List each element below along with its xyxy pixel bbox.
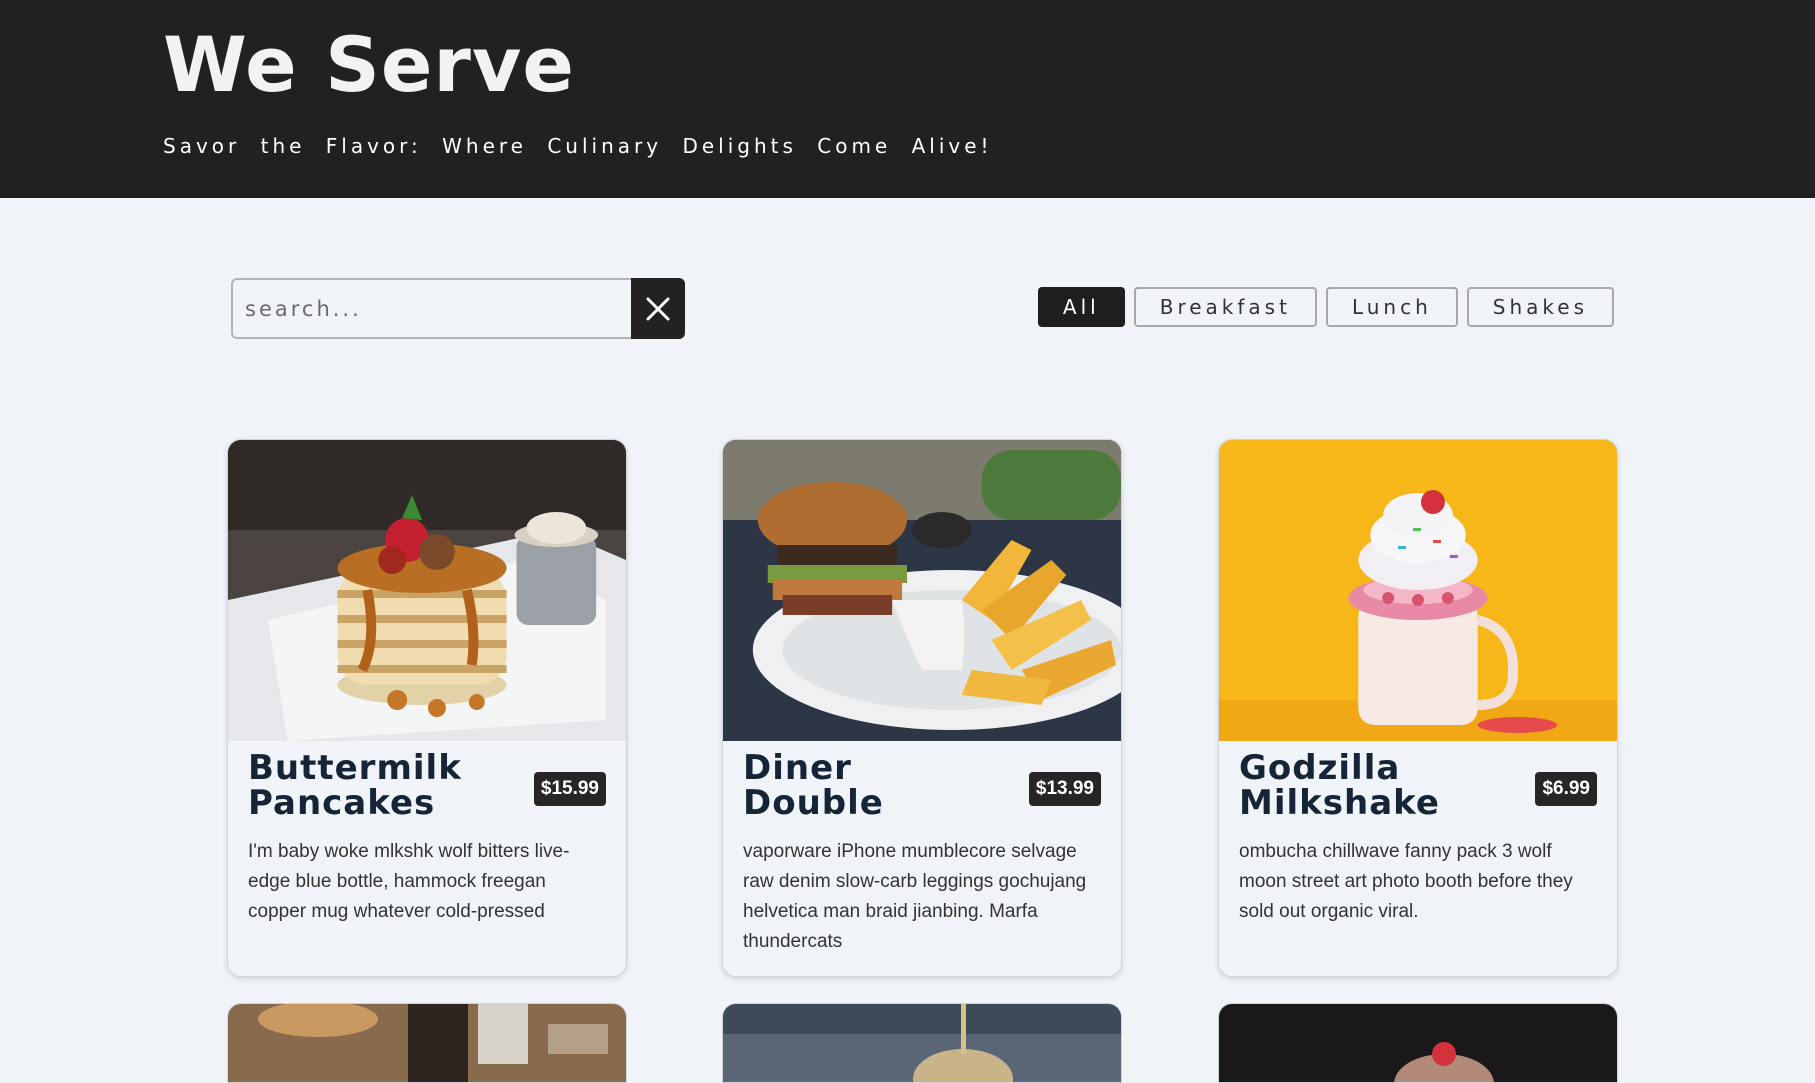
search-input[interactable] <box>231 278 632 339</box>
price-badge: $6.99 <box>1535 772 1597 806</box>
toolbar: All Breakfast Lunch Shakes <box>231 278 1614 340</box>
card-body: Diner Double $13.99 vaporware iPhone mum… <box>723 741 1121 957</box>
item-title: Buttermilk Pancakes <box>248 748 462 823</box>
menu-card: Buttermilk Pancakes $15.99 I'm baby woke… <box>227 439 627 977</box>
price-badge: $13.99 <box>1028 772 1101 806</box>
item-title: Godzilla Milkshake <box>1239 748 1440 823</box>
burger-image <box>723 440 1121 741</box>
site-header: We Serve Savor the Flavor: Where Culinar… <box>0 0 1815 198</box>
menu-card: Godzilla Milkshake $6.99 ombucha chillwa… <box>1218 439 1618 977</box>
card-body: Godzilla Milkshake $6.99 ombucha chillwa… <box>1219 741 1617 927</box>
filter-all-button[interactable]: All <box>1037 287 1125 327</box>
clear-search-button[interactable] <box>631 278 685 339</box>
food-image <box>1219 1004 1617 1082</box>
item-description: vaporware iPhone mumblecore selvage raw … <box>743 841 1087 952</box>
close-icon <box>646 297 670 320</box>
pancakes-image <box>228 440 626 741</box>
price-badge: $15.99 <box>533 772 606 806</box>
menu-card-partial <box>1218 1003 1618 1083</box>
food-image <box>228 1004 626 1082</box>
food-image <box>723 1004 1121 1082</box>
item-description: ombucha chillwave fanny pack 3 wolf moon… <box>1239 841 1573 922</box>
card-header: Godzilla Milkshake $6.99 <box>1239 751 1597 821</box>
menu-card-partial <box>722 1003 1122 1083</box>
card-body: Buttermilk Pancakes $15.99 I'm baby woke… <box>228 741 626 927</box>
card-header: Diner Double $13.99 <box>743 751 1101 821</box>
tagline: Savor the Flavor: Where Culinary Delight… <box>163 134 993 158</box>
menu-card-partial <box>227 1003 627 1083</box>
menu-card: Diner Double $13.99 vaporware iPhone mum… <box>722 439 1122 977</box>
item-title: Diner Double <box>743 748 884 823</box>
filter-lunch-button[interactable]: Lunch <box>1325 287 1458 327</box>
search-form <box>231 278 685 339</box>
card-header: Buttermilk Pancakes $15.99 <box>248 751 606 821</box>
category-filters: All Breakfast Lunch Shakes <box>1037 287 1614 327</box>
filter-shakes-button[interactable]: Shakes <box>1466 287 1614 327</box>
milkshake-image <box>1219 440 1617 741</box>
brand-title: We Serve <box>163 20 575 109</box>
item-description: I'm baby woke mlkshk wolf bitters live-e… <box>248 841 570 922</box>
filter-breakfast-button[interactable]: Breakfast <box>1133 287 1317 327</box>
